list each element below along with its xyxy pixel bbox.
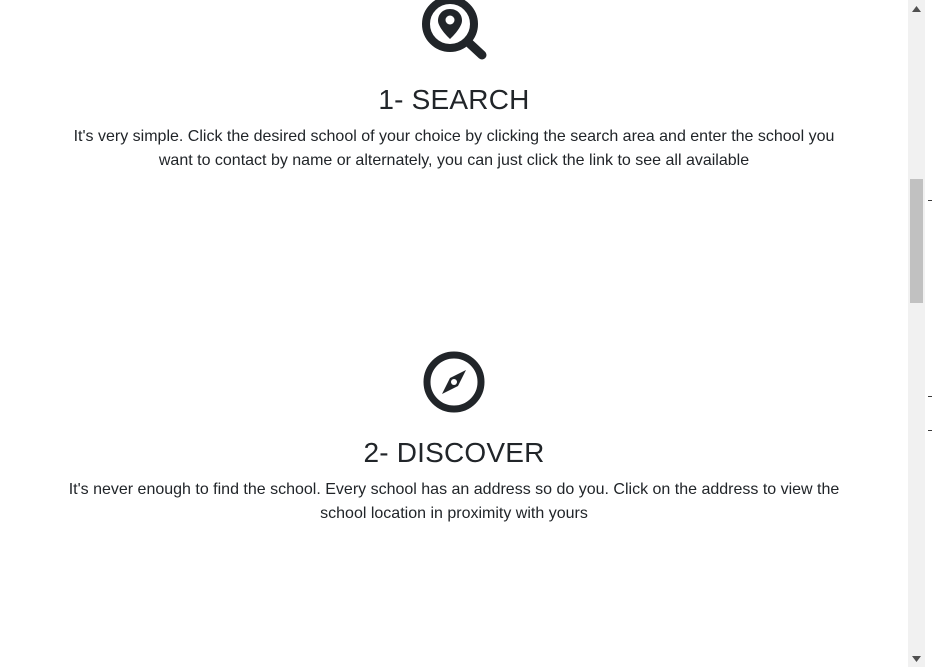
window-edge: [925, 0, 932, 667]
compass-icon: [423, 351, 485, 413]
page-content: 1- SEARCH It's very simple. Click the de…: [0, 0, 908, 667]
edge-mark: [928, 396, 932, 397]
vertical-scrollbar[interactable]: [908, 0, 925, 667]
scroll-down-arrow-icon[interactable]: [908, 650, 925, 667]
step-title: 2- DISCOVER: [363, 437, 545, 468]
edge-mark: [928, 430, 932, 431]
edge-mark: [928, 200, 932, 201]
scrollbar-thumb[interactable]: [910, 179, 923, 303]
scroll-up-arrow-icon[interactable]: [908, 0, 925, 17]
step-description: It's never enough to find the school. Ev…: [68, 481, 840, 522]
step-discover: 2- DISCOVER It's never enough to find th…: [0, 0, 908, 667]
